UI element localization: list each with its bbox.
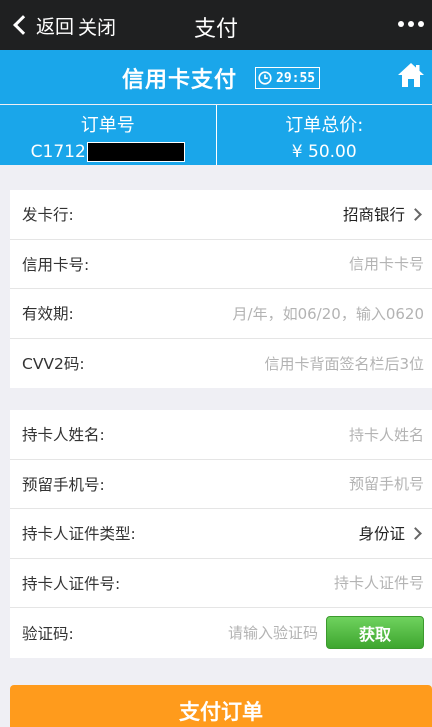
id-number-label: 持卡人证件号:: [22, 574, 121, 593]
order-total-block: 订单总价: ¥ 50.00: [215, 105, 432, 165]
phone-input[interactable]: 预留手机号: [349, 473, 424, 494]
order-info: 订单号 C1712 订单总价: ¥ 50.00: [0, 105, 432, 165]
card-number-input[interactable]: 信用卡卡号: [349, 253, 424, 274]
timer-value: 29:55: [276, 70, 316, 86]
holder-name-input[interactable]: 持卡人姓名: [349, 424, 424, 445]
chevron-right-icon: [409, 526, 422, 540]
verify-code-row: 验证码: 请输入验证码 获取: [10, 608, 432, 658]
order-total-value: ¥ 50.00: [291, 142, 357, 162]
top-nav-bar: 返回 关闭 支付: [0, 0, 432, 50]
holder-name-row: 持卡人姓名: 持卡人姓名: [10, 410, 432, 460]
verify-code-label: 验证码:: [22, 624, 74, 643]
expiry-label: 有效期:: [22, 305, 74, 324]
id-number-input[interactable]: 持卡人证件号: [334, 572, 424, 593]
order-total-label: 订单总价:: [285, 115, 364, 136]
chevron-right-icon: [409, 207, 422, 221]
id-type-label: 持卡人证件类型:: [22, 525, 136, 544]
get-code-button[interactable]: 获取: [326, 616, 424, 650]
holder-name-label: 持卡人姓名:: [22, 426, 105, 445]
card-number-label: 信用卡号:: [22, 255, 90, 274]
cvv-input[interactable]: 信用卡背面签名栏后3位: [264, 353, 424, 374]
expiry-row: 有效期: 月/年，如06/20，输入0620: [10, 289, 432, 339]
clock-icon: [258, 71, 272, 85]
countdown-timer: 29:55: [255, 67, 321, 89]
order-number-value: C1712: [30, 142, 86, 162]
card-number-row: 信用卡号: 信用卡卡号: [10, 240, 432, 289]
home-icon[interactable]: [396, 60, 426, 90]
cvv-label: CVV2码:: [22, 355, 85, 374]
card-info-section: 发卡行: 招商银行 信用卡号: 信用卡卡号 有效期: 月/年，如06/20，输入…: [10, 190, 432, 388]
issuer-row[interactable]: 发卡行: 招商银行: [10, 190, 432, 240]
page-title: 信用卡支付: [122, 68, 238, 93]
phone-row: 预留手机号: 预留手机号: [10, 460, 432, 509]
id-type-row[interactable]: 持卡人证件类型: 身份证: [10, 509, 432, 559]
id-type-value: 身份证: [358, 525, 405, 544]
more-dots-icon[interactable]: [398, 21, 424, 27]
order-number-label: 订单号: [80, 115, 135, 136]
pay-order-button[interactable]: 支付订单: [10, 685, 432, 727]
issuer-label: 发卡行:: [22, 206, 74, 225]
expiry-input[interactable]: 月/年，如06/20，输入0620: [233, 303, 424, 324]
nav-title: 支付: [193, 17, 238, 42]
phone-label: 预留手机号:: [22, 475, 105, 494]
redaction-mask: [86, 142, 185, 162]
title-band: 信用卡支付 29:55: [0, 50, 432, 104]
holder-info-section: 持卡人姓名: 持卡人姓名 预留手机号: 预留手机号 持卡人证件类型: 身份证 持…: [10, 410, 432, 658]
cvv-row: CVV2码: 信用卡背面签名栏后3位: [10, 339, 432, 389]
verify-code-input[interactable]: 请输入验证码: [228, 622, 318, 643]
order-number-block: 订单号 C1712: [0, 105, 216, 165]
issuer-value: 招商银行: [342, 206, 405, 225]
id-number-row: 持卡人证件号: 持卡人证件号: [10, 559, 432, 608]
